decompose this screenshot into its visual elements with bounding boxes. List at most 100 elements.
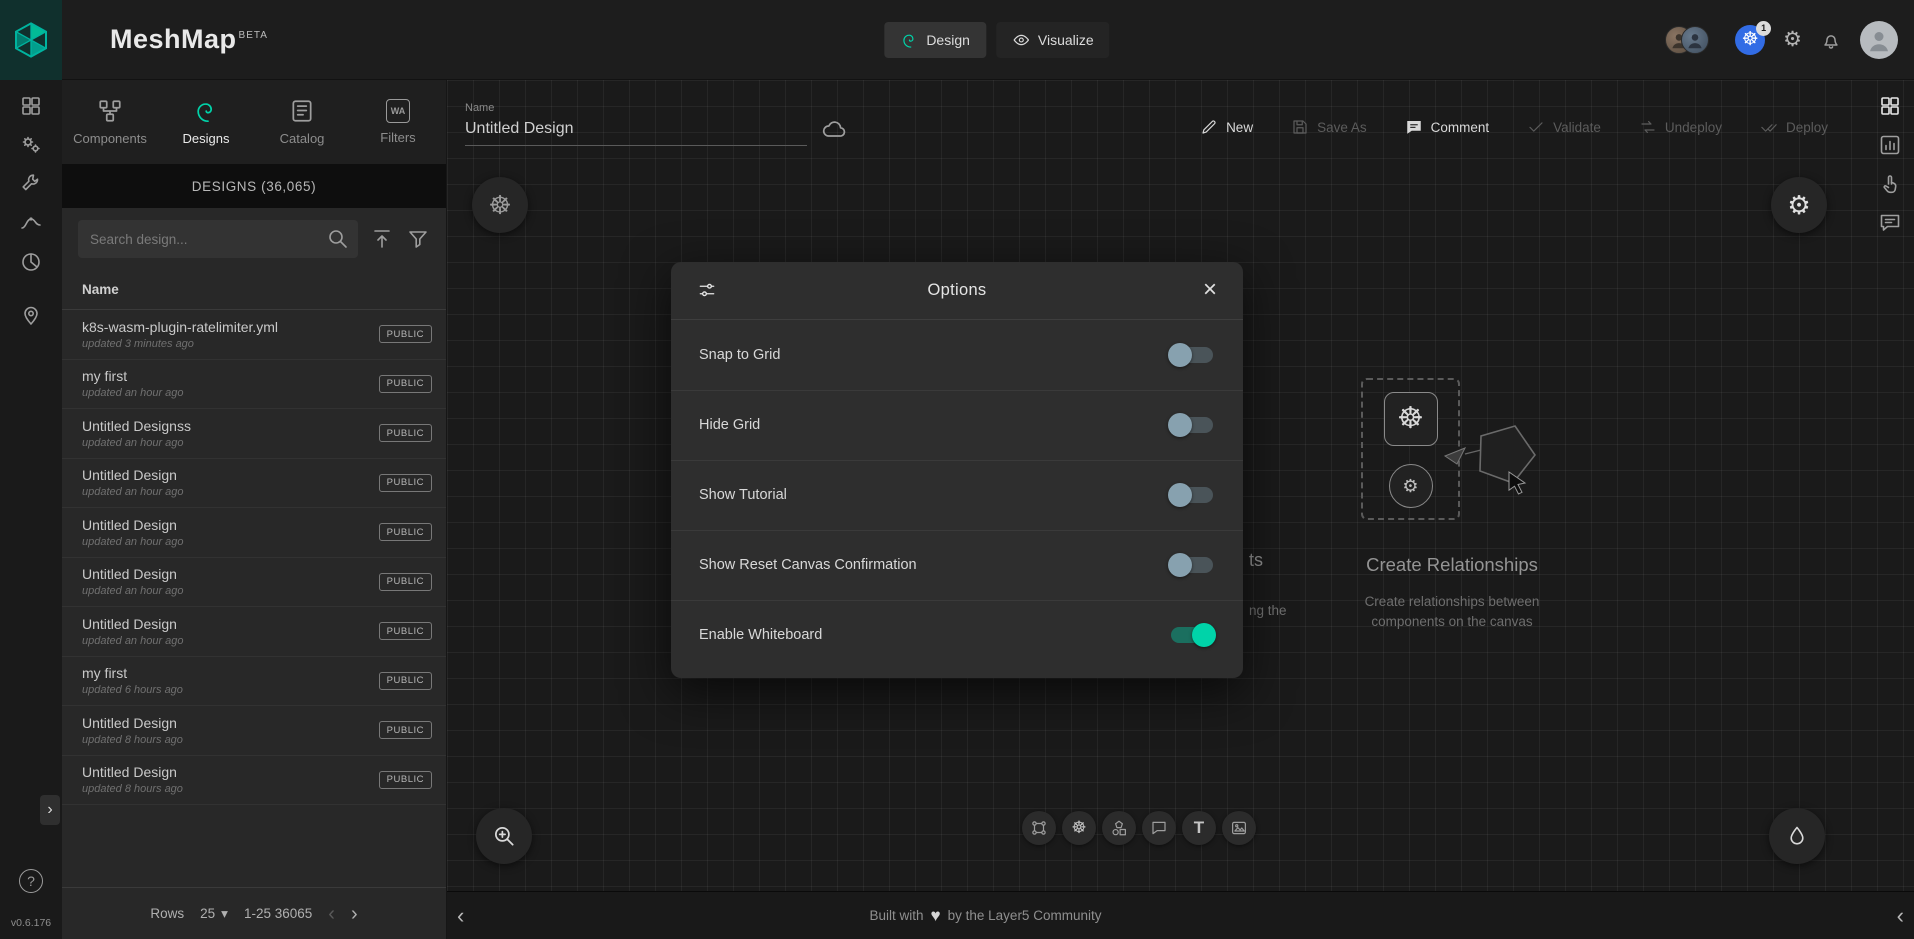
extensions-icon[interactable]: [19, 250, 43, 274]
design-list-item[interactable]: Untitled Design updated 8 hours ago PUBL…: [62, 706, 446, 756]
options-modal-header: Options ×: [671, 262, 1243, 320]
design-mode-label: Design: [926, 32, 970, 48]
pagination: Rows 25 ▾ 1-25 36065 ‹ ›: [62, 887, 446, 939]
tab-catalog[interactable]: Catalog: [254, 80, 350, 164]
collapse-right-chevron-icon[interactable]: ‹: [1887, 892, 1914, 939]
undeploy-button[interactable]: Undeploy: [1639, 118, 1722, 136]
column-header-name: Name: [62, 270, 446, 310]
design-list-item[interactable]: my first updated 6 hours ago PUBLIC: [62, 657, 446, 707]
relationship-edge-illustration: [1443, 410, 1583, 530]
panel-tabs: Components Designs Catalog WA Filters: [62, 80, 446, 164]
design-name-input[interactable]: [465, 118, 807, 146]
visualize-mode-button[interactable]: Visualize: [996, 22, 1110, 58]
layer5-logo[interactable]: [0, 0, 62, 80]
save-icon: [1291, 118, 1309, 136]
design-list-item[interactable]: k8s-wasm-plugin-ratelimiter.yml updated …: [62, 310, 446, 360]
prev-page-chevron-icon[interactable]: ‹: [328, 904, 335, 924]
panel-expander[interactable]: ›: [40, 795, 60, 825]
designs-spiral-icon: [193, 98, 219, 124]
comment-button[interactable]: Comment: [1405, 118, 1490, 136]
canvas-settings-button[interactable]: ⚙: [1771, 177, 1827, 233]
toggle-switch[interactable]: [1171, 417, 1213, 433]
design-list-item[interactable]: Untitled Design updated an hour ago PUBL…: [62, 607, 446, 657]
tab-label: Catalog: [280, 131, 325, 146]
tab-components[interactable]: Components: [62, 80, 158, 164]
user-avatar[interactable]: [1860, 21, 1898, 59]
design-updated: updated 6 hours ago: [82, 684, 379, 696]
save-as-button[interactable]: Save As: [1291, 118, 1367, 136]
option-label: Snap to Grid: [699, 347, 780, 363]
comment-tool-button[interactable]: [1142, 811, 1176, 845]
search-row: [62, 208, 446, 270]
close-icon[interactable]: ×: [1203, 278, 1243, 302]
whiteboard-ink-button[interactable]: [1769, 808, 1825, 864]
toggle-knob: [1168, 483, 1192, 507]
configuration-wrench-icon[interactable]: [19, 172, 43, 196]
image-icon: [1230, 819, 1248, 837]
toggle-switch[interactable]: [1171, 557, 1213, 573]
kubernetes-context[interactable]: ☸ 1: [1735, 25, 1765, 55]
toggle-switch[interactable]: [1171, 487, 1213, 503]
chart-panel-icon[interactable]: [1878, 133, 1902, 157]
components-hint-fragment: ts: [1249, 550, 1263, 571]
help-icon[interactable]: ?: [19, 869, 43, 893]
design-updated: updated an hour ago: [82, 585, 379, 597]
visibility-badge: PUBLIC: [379, 771, 432, 789]
design-mode-button[interactable]: Design: [884, 22, 986, 58]
design-name: Untitled Design: [82, 467, 379, 483]
new-button[interactable]: New: [1200, 118, 1253, 136]
settings-gear-icon[interactable]: ⚙: [1783, 29, 1802, 50]
design-list-item[interactable]: Untitled Design updated an hour ago PUBL…: [62, 508, 446, 558]
design-list-item[interactable]: Untitled Design updated an hour ago PUBL…: [62, 558, 446, 608]
next-page-chevron-icon[interactable]: ›: [351, 904, 358, 924]
visibility-badge: PUBLIC: [379, 474, 432, 492]
validate-button[interactable]: Validate: [1527, 118, 1601, 136]
kubernetes-tool-button[interactable]: ☸: [1062, 811, 1096, 845]
rows-per-page-select[interactable]: 25 ▾: [200, 906, 228, 922]
beta-tag: BETA: [239, 30, 268, 41]
design-list-item[interactable]: Untitled Designss updated an hour ago PU…: [62, 409, 446, 459]
lifecycle-icon[interactable]: [19, 133, 43, 157]
shapes-tool-button[interactable]: [1102, 811, 1136, 845]
visibility-badge: PUBLIC: [379, 672, 432, 690]
chat-panel-icon[interactable]: [1878, 211, 1902, 235]
wasm-filters-icon: WA: [386, 99, 410, 123]
zoom-in-icon: [491, 823, 517, 849]
tab-designs[interactable]: Designs: [158, 80, 254, 164]
catalog-icon: [289, 98, 315, 124]
heart-icon: ♥: [931, 906, 941, 926]
eye-icon: [1012, 31, 1030, 49]
canvas-bottom-toolbar: ☸ T: [1022, 811, 1256, 845]
kubernetes-component-node: ☸: [1384, 392, 1438, 446]
filter-funnel-icon[interactable]: [406, 227, 430, 251]
module-nodes-icon: [1030, 819, 1048, 837]
components-tool-button[interactable]: [1022, 811, 1056, 845]
meshmap-pin-icon[interactable]: [19, 303, 43, 327]
kubernetes-icon: ☸: [1742, 30, 1759, 49]
touch-interaction-icon[interactable]: [1878, 172, 1902, 196]
deploy-button[interactable]: Deploy: [1760, 118, 1828, 136]
collaborator-avatar[interactable]: [1681, 26, 1709, 54]
zoom-button[interactable]: [476, 808, 532, 864]
toggle-switch[interactable]: [1171, 627, 1213, 643]
widgets-grid-icon[interactable]: [1878, 94, 1902, 118]
toggle-switch[interactable]: [1171, 347, 1213, 363]
app-title: MeshMapBETA: [110, 24, 268, 55]
design-list-item[interactable]: Untitled Design updated an hour ago PUBL…: [62, 459, 446, 509]
check-icon: [1527, 118, 1545, 136]
import-design-icon[interactable]: [370, 227, 394, 251]
tab-filters[interactable]: WA Filters: [350, 80, 446, 164]
media-tool-button[interactable]: [1222, 811, 1256, 845]
kubernetes-context-button[interactable]: ☸: [472, 177, 528, 233]
performance-icon[interactable]: [19, 211, 43, 235]
search-input[interactable]: [78, 220, 358, 258]
design-list-item[interactable]: my first updated an hour ago PUBLIC: [62, 360, 446, 410]
dashboard-icon[interactable]: [19, 94, 43, 118]
design-list-item[interactable]: Untitled Design updated 8 hours ago PUBL…: [62, 756, 446, 806]
design-updated: updated 8 hours ago: [82, 783, 379, 795]
text-tool-button[interactable]: T: [1182, 811, 1216, 845]
option-label: Hide Grid: [699, 417, 760, 433]
collapse-left-chevron-icon[interactable]: ‹: [447, 892, 474, 939]
notifications-bell-icon[interactable]: [1820, 29, 1842, 51]
visibility-badge: PUBLIC: [379, 523, 432, 541]
